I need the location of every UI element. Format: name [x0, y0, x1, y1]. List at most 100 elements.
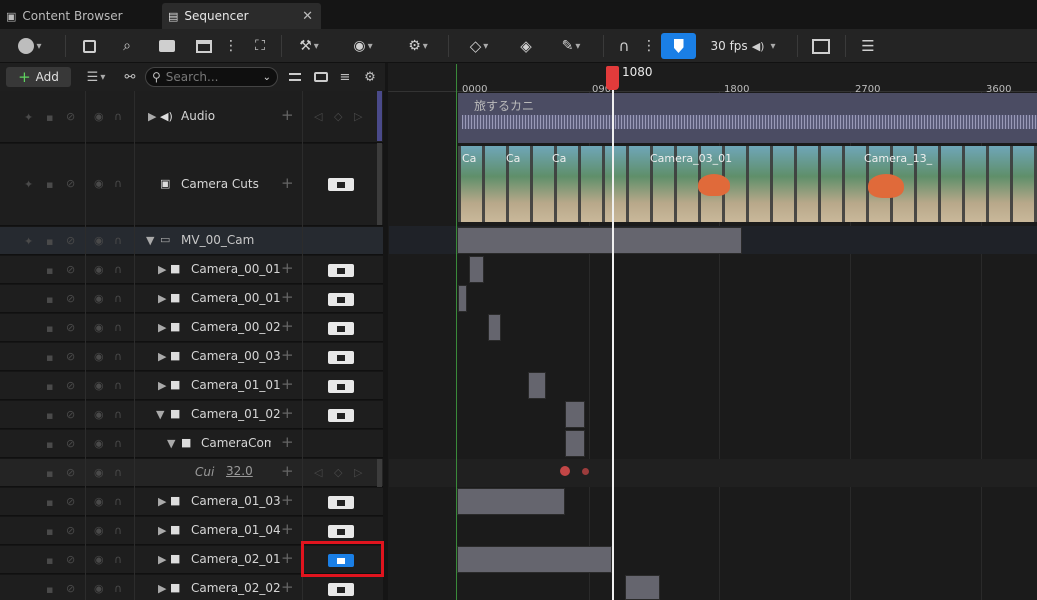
edit-mode-dropdown[interactable]: ✎ ▾ [551, 33, 591, 59]
camera-lock-toggle[interactable] [328, 351, 354, 364]
add-section-button[interactable]: + [281, 404, 294, 422]
expand-arrow-icon[interactable]: ▶ [158, 582, 166, 595]
add-section-button[interactable]: + [281, 288, 294, 306]
auto-key-button[interactable]: ◈ [514, 33, 538, 59]
actor-options-button[interactable]: ⛶ [248, 33, 272, 59]
headphones-icon[interactable]: ∩ [114, 524, 122, 537]
add-track-button[interactable]: + Add [6, 67, 71, 87]
add-section-button[interactable]: + [281, 462, 294, 480]
track-row-camera[interactable]: ▪ ⊘ ◉ ∩ ▶ ■ Camera_01_03 + [0, 488, 383, 516]
expand-arrow-icon[interactable]: ▶ [158, 495, 166, 508]
mute-icon[interactable]: ⊘ [66, 110, 75, 123]
headphones-icon[interactable]: ∩ [114, 553, 122, 566]
key-interp-dropdown[interactable]: ◇ ▾ [458, 33, 500, 59]
add-camera-button[interactable] [155, 33, 179, 59]
collapse-arrow-icon[interactable]: ▼ [146, 234, 154, 247]
playhead-snap-button[interactable] [661, 33, 696, 59]
headphones-icon[interactable]: ∩ [114, 466, 122, 479]
add-section-button[interactable]: + [281, 578, 294, 596]
camera-section[interactable] [528, 372, 546, 399]
track-row-camera[interactable]: ▪ ⊘ ◉ ∩ ▶ ■ Camera_01_01 + [0, 372, 383, 400]
camera-section[interactable] [565, 401, 585, 428]
track-row-camera[interactable]: ▪ ⊘ ◉ ∩ ▼ ■ Camera_01_02 + [0, 401, 383, 429]
headphones-icon[interactable]: ∩ [114, 437, 122, 450]
more-options-button[interactable]: ⋮ [224, 33, 238, 59]
camera-lock-toggle[interactable] [328, 178, 354, 191]
lock-icon[interactable]: ▪ [46, 293, 53, 306]
save-button[interactable] [78, 33, 100, 59]
prev-key-icon[interactable]: ◁ [314, 466, 322, 479]
mute-icon[interactable]: ⊘ [66, 177, 75, 190]
lock-icon[interactable]: ▪ [46, 111, 53, 124]
add-section-button[interactable]: + [281, 259, 294, 277]
eye-icon[interactable]: ◉ [94, 292, 104, 305]
keyframe-dot[interactable] [582, 468, 589, 475]
world-settings-button[interactable]: ▾ [12, 33, 48, 59]
add-section-button[interactable]: + [281, 491, 294, 509]
playhead-line[interactable] [612, 78, 614, 600]
expand-arrow-icon[interactable]: ▶ [158, 350, 166, 363]
eye-icon[interactable]: ◉ [94, 582, 104, 595]
lock-icon[interactable]: ▪ [46, 583, 53, 596]
mute-icon[interactable]: ⊘ [66, 553, 75, 566]
timeline-panel[interactable] [388, 63, 1037, 600]
add-section-button[interactable]: + [281, 433, 294, 451]
pin-icon[interactable]: ✦ [24, 178, 33, 191]
headphones-icon[interactable]: ∩ [114, 234, 122, 247]
camera-lock-toggle[interactable] [328, 496, 354, 509]
headphones-icon[interactable]: ∩ [114, 321, 122, 334]
eye-icon[interactable]: ◉ [94, 495, 104, 508]
framerate-dropdown[interactable]: 30 fps ◀) ▾ [703, 33, 783, 59]
track-row-camera[interactable]: ▪ ⊘ ◉ ∩ ▶ ■ Camera_00_03 + [0, 343, 383, 371]
add-section-button[interactable]: + [281, 346, 294, 364]
camera-section[interactable] [457, 488, 565, 515]
fit-view-button[interactable] [313, 70, 329, 84]
lock-icon[interactable]: ▪ [46, 438, 53, 451]
mute-icon[interactable]: ⊘ [66, 582, 75, 595]
eye-icon[interactable]: ◉ [94, 466, 104, 479]
close-icon[interactable]: ✕ [302, 9, 313, 24]
mute-icon[interactable]: ⊘ [66, 321, 75, 334]
mute-icon[interactable]: ⊘ [66, 350, 75, 363]
track-row-camera[interactable]: ▪ ⊘ ◉ ∩ ▶ ■ Camera_00_01 + [0, 285, 383, 313]
headphones-icon[interactable]: ∩ [114, 292, 122, 305]
track-row-property[interactable]: ▪ ⊘ ◉ ∩ Cui 32.0 + ◁ ◇ ▷ [0, 459, 383, 487]
tab-sequencer[interactable]: ▤ Sequencer ✕ [162, 3, 321, 29]
camera-lock-toggle[interactable] [328, 293, 354, 306]
lock-icon[interactable]: ▪ [46, 380, 53, 393]
scrollbar-thumb[interactable] [377, 91, 382, 141]
scrollbar-track[interactable] [377, 459, 382, 487]
camera-cuts-section[interactable]: Ca Ca Ca Camera_03_01 Camera_13_ [458, 146, 1037, 222]
camera-section[interactable] [457, 546, 612, 573]
folder-section[interactable] [457, 227, 742, 254]
lock-icon[interactable]: ▪ [46, 554, 53, 567]
camera-lock-toggle[interactable] [328, 583, 354, 596]
camera-lock-toggle[interactable] [328, 322, 354, 335]
track-row-audio[interactable]: ✦ ▪ ⊘ ◉ ∩ ▶ ◀) Audio + ◁ ◇ ▷ [0, 91, 383, 143]
mute-icon[interactable]: ⊘ [66, 379, 75, 392]
next-key-icon[interactable]: ▷ [354, 466, 362, 479]
camera-component-section[interactable] [565, 430, 585, 457]
track-row-camera[interactable]: ▪ ⊘ ◉ ∩ ▶ ■ Camera_00_02 + [0, 314, 383, 342]
eye-icon[interactable]: ◉ [94, 263, 104, 276]
keyframe-dot[interactable] [560, 466, 570, 476]
filter-dropdown[interactable]: ☰ ▾ [80, 67, 112, 87]
eye-icon[interactable]: ◉ [94, 350, 104, 363]
lock-icon[interactable]: ▪ [46, 496, 53, 509]
collapse-arrow-icon[interactable]: ▼ [156, 408, 164, 421]
eye-icon[interactable]: ◉ [94, 321, 104, 334]
track-row-camera[interactable]: ▪ ⊘ ◉ ∩ ▶ ■ Camera_02_02 + [0, 575, 383, 600]
tools-dropdown[interactable]: ⚒ ▾ [290, 33, 328, 59]
find-in-content-browser-button[interactable]: ⌕ [114, 33, 140, 59]
eye-icon[interactable]: ◉ [94, 110, 104, 123]
pin-icon[interactable]: ✦ [24, 111, 33, 124]
mute-icon[interactable]: ⊘ [66, 408, 75, 421]
lock-icon[interactable]: ▪ [46, 525, 53, 538]
headphones-icon[interactable]: ∩ [114, 177, 122, 190]
add-section-button[interactable]: + [281, 317, 294, 335]
property-value-field[interactable]: 32.0 [226, 464, 253, 478]
camera-section[interactable] [469, 256, 484, 283]
playback-options-dropdown[interactable]: ⚙ ▾ [398, 33, 438, 59]
add-section-button[interactable]: + [281, 375, 294, 393]
curve-editor-button[interactable] [808, 33, 834, 59]
